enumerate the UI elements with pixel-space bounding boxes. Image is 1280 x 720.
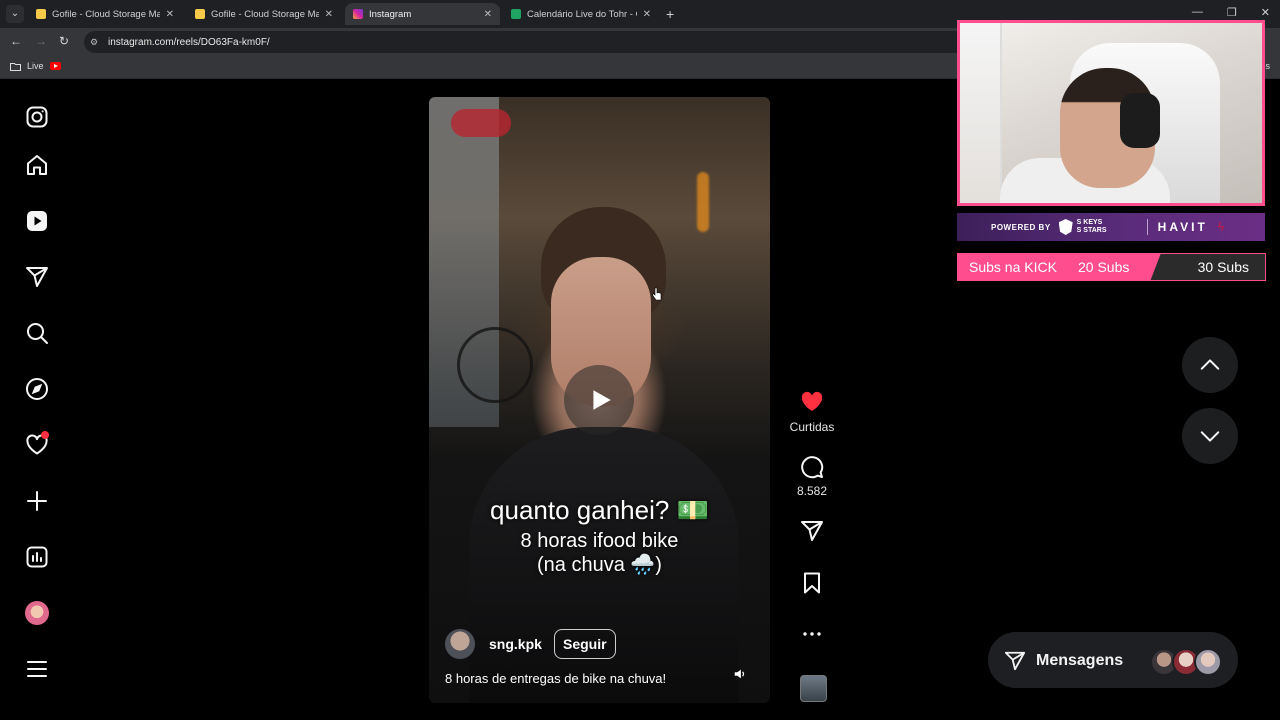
messages-button[interactable]: Mensagens [988, 632, 1238, 688]
video-background [457, 327, 533, 403]
instagram-favicon-icon [353, 9, 363, 19]
search-icon[interactable] [25, 321, 49, 345]
avatar [1194, 648, 1222, 676]
minimize-icon[interactable]: — [1192, 6, 1203, 19]
reel-caption-subtitle: 8 horas ifood bike (na chuva 🌧️) [429, 529, 770, 577]
video-background [697, 172, 709, 232]
audio-thumbnail[interactable] [800, 675, 827, 702]
tab-search-button[interactable]: ⌄ [6, 5, 24, 23]
hand-cursor-icon [652, 287, 662, 301]
notification-dot [41, 431, 49, 439]
restore-icon[interactable]: ❐ [1227, 6, 1237, 19]
like-heart-icon[interactable] [800, 390, 824, 414]
subs-goal: 30 Subs [1197, 259, 1249, 275]
next-reel-button[interactable] [1182, 408, 1238, 464]
direct-send-icon [1004, 651, 1026, 671]
subs-current: 20 Subs [1078, 259, 1130, 275]
gofile-favicon-icon [36, 9, 46, 19]
sponsor-banner: POWERED BY S KEYS S STARS HAVIT ϟ [957, 213, 1265, 241]
caption-line: 8 horas ifood bike [520, 530, 679, 552]
reel-caption-title: quanto ganhei? 💵 [490, 495, 709, 525]
window-controls: — ❐ ✕ [1192, 6, 1270, 19]
reels-icon[interactable] [25, 209, 49, 233]
reel-description[interactable]: 8 horas de entregas de bike na chuva! [445, 671, 666, 686]
tab-calendar[interactable]: Calendário Live do Tohr - Goog ✕ [503, 3, 659, 25]
explore-compass-icon[interactable] [25, 377, 49, 401]
folder-icon [10, 62, 21, 71]
instagram-logo-icon[interactable] [25, 105, 49, 129]
site-info-icon[interactable]: ⚙ [90, 37, 100, 47]
streamer-webcam [957, 20, 1265, 206]
youtube-icon [49, 62, 61, 70]
sheets-favicon-icon [511, 9, 521, 19]
headset [1120, 93, 1160, 148]
messages-label: Mensagens [1036, 652, 1124, 669]
sponsor-brand: HAVIT [1157, 220, 1208, 234]
tab-gofile-1[interactable]: Gofile - Cloud Storage Made Si ✕ [28, 3, 182, 25]
gofile-favicon-icon [195, 9, 205, 19]
caption-line: (na chuva 🌧️) [537, 554, 662, 576]
webcam-background [960, 23, 1002, 203]
instagram-sidebar [0, 79, 74, 720]
new-tab-button[interactable]: + [666, 6, 674, 22]
tab-title: Gofile - Cloud Storage Made Si [52, 8, 160, 20]
tab-gofile-2[interactable]: Gofile - Cloud Storage Made Si ✕ [187, 3, 341, 25]
tab-title: Calendário Live do Tohr - Goog [527, 8, 637, 20]
comments-count: 8.582 [796, 484, 828, 498]
close-window-icon[interactable]: ✕ [1261, 6, 1270, 19]
close-tab-icon[interactable]: ✕ [484, 9, 492, 20]
subs-goal-bar: Subs na KICK 20 Subs 30 Subs [957, 253, 1266, 281]
home-icon[interactable] [25, 153, 49, 177]
chevron-down-icon [1200, 431, 1220, 442]
play-button[interactable] [564, 365, 634, 435]
bookmark-folder-live[interactable]: Live [10, 61, 61, 71]
previous-reel-button[interactable] [1182, 337, 1238, 393]
more-options-icon[interactable] [800, 622, 824, 646]
reel-video[interactable]: quanto ganhei? 💵 8 horas ifood bike (na … [429, 97, 770, 703]
play-icon [593, 390, 611, 410]
likes-label: Curtidas [789, 420, 835, 434]
sponsor-powered-by: POWERED BY [991, 222, 1051, 232]
divider [1146, 219, 1148, 235]
video-background [451, 109, 511, 137]
url-text[interactable]: instagram.com/reels/DO63Fa-km0F/ [108, 37, 270, 48]
direct-send-icon[interactable] [25, 265, 49, 289]
reload-icon[interactable]: ↻ [59, 34, 69, 48]
close-tab-icon[interactable]: ✕ [166, 9, 174, 20]
subs-label: Subs na KICK [969, 259, 1057, 275]
profile-avatar[interactable] [25, 601, 49, 625]
tab-title: Instagram [369, 8, 412, 20]
tab-title: Gofile - Cloud Storage Made Si [211, 8, 319, 20]
create-plus-icon[interactable] [25, 489, 49, 513]
follow-button[interactable]: Seguir [554, 629, 616, 659]
back-icon[interactable]: ← [10, 34, 22, 48]
sponsor-logo-icon [1058, 219, 1073, 235]
sponsor-brand: S KEYS S STARS [1076, 219, 1107, 234]
close-tab-icon[interactable]: ✕ [325, 9, 333, 20]
more-menu-icon[interactable] [25, 657, 49, 681]
chevron-up-icon [1200, 359, 1220, 370]
notifications-heart-icon[interactable] [25, 431, 49, 457]
save-bookmark-icon[interactable] [800, 571, 824, 595]
havit-mark-icon: ϟ [1217, 220, 1225, 234]
share-send-icon[interactable] [800, 519, 824, 543]
volume-icon[interactable] [733, 667, 749, 683]
tab-instagram[interactable]: Instagram ✕ [345, 3, 500, 25]
author-avatar[interactable] [445, 629, 475, 659]
dashboard-chart-icon[interactable] [25, 545, 49, 569]
close-tab-icon[interactable]: ✕ [643, 9, 651, 20]
bookmark-label: Live [27, 61, 44, 71]
comment-icon[interactable] [800, 455, 824, 479]
forward-icon[interactable]: → [35, 34, 47, 48]
author-username[interactable]: sng.kpk [489, 636, 542, 652]
